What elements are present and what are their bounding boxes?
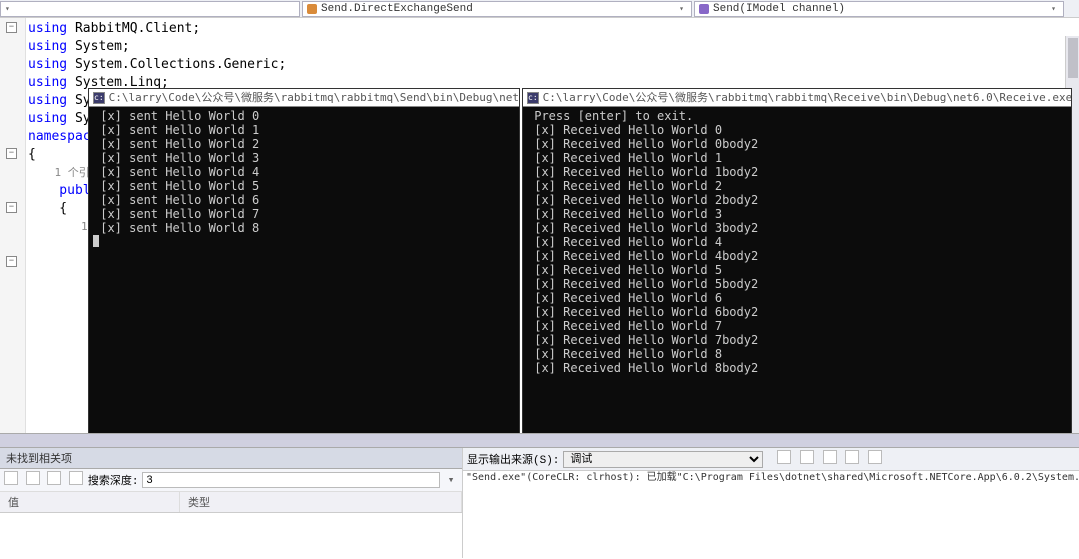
chevron-down-icon: ▾	[1051, 4, 1056, 14]
console-title-text: C:\larry\Code\公众号\微服务\rabbitmq\rabbitmq\…	[543, 91, 1071, 105]
code-text: System.Collections.Generic;	[67, 57, 286, 72]
output-panel: 显示输出来源(S): 调试 "Send.exe"(CoreCLR: clrhos…	[463, 448, 1079, 558]
chevron-down-icon: ▾	[679, 4, 684, 14]
column-header-value[interactable]: 值	[0, 492, 180, 512]
search-depth-label: 搜索深度:	[88, 472, 139, 488]
nav-scope-dropdown[interactable]: ▾	[0, 1, 300, 17]
console-icon: c:	[527, 92, 539, 104]
tool-icon[interactable]	[69, 471, 83, 485]
keyword: using	[28, 21, 67, 36]
code-text: RabbitMQ.Client;	[67, 21, 200, 36]
gutter: − − − −	[0, 18, 26, 448]
tool-icon[interactable]	[777, 450, 791, 464]
class-icon	[307, 4, 317, 14]
output-source-select[interactable]: 调试	[563, 451, 763, 468]
grid-body[interactable]	[0, 513, 462, 558]
watch-panel: 未找到相关项 搜索深度: ▾ 值 类型	[0, 448, 463, 558]
dropdown-arrow-icon[interactable]: ▾	[444, 473, 458, 487]
keyword: using	[28, 93, 67, 108]
breadcrumb-bar: ▾ Send.DirectExchangeSend ▾ Send(IModel …	[0, 0, 1079, 18]
console-send: c: C:\larry\Code\公众号\微服务\rabbitmq\rabbit…	[88, 88, 520, 464]
nav-method-value: Send(IModel channel)	[713, 3, 845, 15]
fold-icon[interactable]: −	[6, 22, 17, 33]
column-header-type[interactable]: 类型	[180, 492, 462, 512]
tool-icon[interactable]	[868, 450, 882, 464]
grid-header: 值 类型	[0, 492, 462, 513]
tool-icon[interactable]	[800, 450, 814, 464]
bottom-panels: 未找到相关项 搜索深度: ▾ 值 类型 显示输出来源(S): 调试	[0, 448, 1079, 558]
console-body[interactable]: [x] sent Hello World 0 [x] sent Hello Wo…	[89, 107, 519, 252]
console-title-bar[interactable]: c: C:\larry\Code\公众号\微服务\rabbitmq\rabbit…	[523, 89, 1071, 107]
nav-class-dropdown[interactable]: Send.DirectExchangeSend ▾	[302, 1, 692, 17]
nav-class-value: Send.DirectExchangeSend	[321, 3, 473, 15]
method-icon	[699, 4, 709, 14]
fold-icon[interactable]: −	[6, 256, 17, 267]
keyword: using	[28, 75, 67, 90]
tool-icon[interactable]	[26, 471, 40, 485]
tool-icon[interactable]	[823, 450, 837, 464]
tool-icon[interactable]	[845, 450, 859, 464]
fold-icon[interactable]: −	[6, 202, 17, 213]
tool-icon[interactable]	[47, 471, 61, 485]
tool-icon[interactable]	[4, 471, 18, 485]
chevron-down-icon: ▾	[5, 4, 10, 14]
keyword: using	[28, 111, 67, 126]
scrollbar-thumb[interactable]	[1068, 38, 1078, 78]
keyword: using	[28, 57, 67, 72]
output-toolbar: 显示输出来源(S): 调试	[463, 448, 1079, 471]
status-strip	[0, 433, 1079, 448]
keyword: using	[28, 39, 67, 54]
output-tool-icons	[775, 450, 881, 468]
panel-tab[interactable]: 未找到相关项	[0, 448, 462, 469]
code-text: System;	[67, 39, 130, 54]
fold-icon[interactable]: −	[6, 148, 17, 159]
console-title-text: C:\larry\Code\公众号\微服务\rabbitmq\rabbitmq\…	[109, 91, 519, 105]
console-title-bar[interactable]: c: C:\larry\Code\公众号\微服务\rabbitmq\rabbit…	[89, 89, 519, 107]
search-tool-icons	[4, 471, 84, 489]
console-icon: c:	[93, 92, 105, 104]
nav-method-dropdown[interactable]: Send(IModel channel) ▾	[694, 1, 1064, 17]
output-source-label: 显示输出来源(S):	[467, 451, 559, 467]
search-bar: 搜索深度: ▾	[0, 469, 462, 492]
search-depth-input[interactable]	[142, 472, 440, 488]
console-receive: c: C:\larry\Code\公众号\微服务\rabbitmq\rabbit…	[522, 88, 1072, 464]
console-body[interactable]: Press [enter] to exit. [x] Received Hell…	[523, 107, 1071, 377]
output-body[interactable]: "Send.exe"(CoreCLR: clrhost): 已加载"C:\Pro…	[463, 471, 1079, 558]
